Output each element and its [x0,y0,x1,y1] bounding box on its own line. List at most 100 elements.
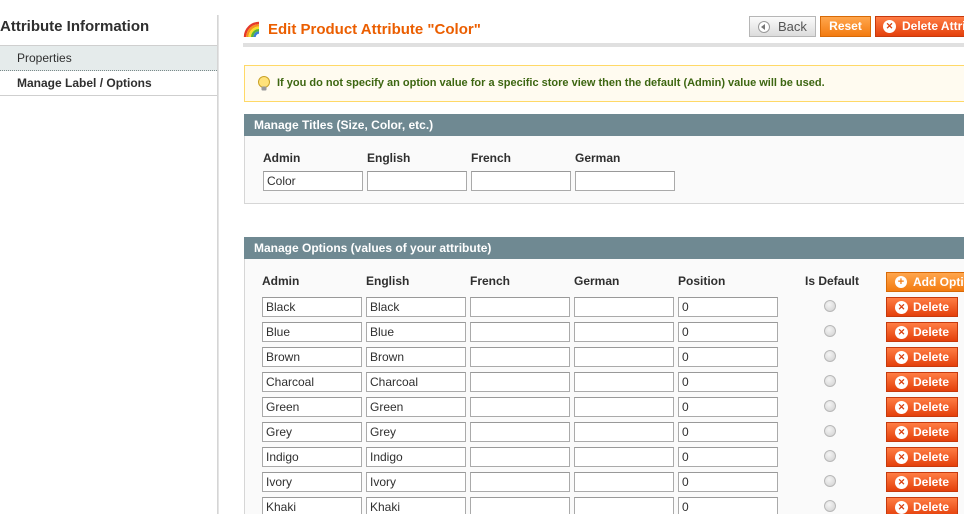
manage-titles-body: Admin English French German [244,136,964,204]
option-admin-input[interactable] [262,497,362,514]
option-english-input[interactable] [366,397,466,417]
option-german-input[interactable] [574,422,674,442]
option-german-input[interactable] [574,372,674,392]
is-default-radio[interactable] [824,325,836,337]
delete-attribute-button[interactable]: Delete Attribute [875,16,964,37]
delete-option-label: Delete [913,300,950,314]
option-position-input[interactable] [678,297,778,317]
titles-col-admin: Admin [263,151,301,165]
delete-circle-icon [895,451,908,464]
delete-option-label: Delete [913,350,950,364]
option-admin-input[interactable] [262,422,362,442]
delete-option-label: Delete [913,450,950,464]
back-button[interactable]: Back [749,16,816,37]
delete-option-button[interactable]: Delete [886,322,958,342]
option-german-input[interactable] [574,347,674,367]
option-admin-input[interactable] [262,447,362,467]
delete-circle-icon [895,351,908,364]
is-default-radio[interactable] [824,425,836,437]
is-default-radio[interactable] [824,400,836,412]
option-position-input[interactable] [678,497,778,514]
option-english-input[interactable] [366,347,466,367]
reset-button[interactable]: Reset [820,16,871,37]
delete-option-button[interactable]: Delete [886,422,958,442]
option-french-input[interactable] [470,322,570,342]
options-col-admin: Admin [262,274,300,288]
delete-option-button[interactable]: Delete [886,347,958,367]
title-english-input[interactable] [367,171,467,191]
add-option-label: Add Option [913,275,964,289]
title-admin-input[interactable] [263,171,363,191]
back-arrow-icon [758,21,770,33]
is-default-radio[interactable] [824,375,836,387]
is-default-radio[interactable] [824,475,836,487]
tab-manage-label-options[interactable]: Manage Label / Options [0,71,219,96]
option-french-input[interactable] [470,472,570,492]
options-col-is-default: Is Default [805,274,860,288]
option-admin-input[interactable] [262,347,362,367]
page-title: Edit Product Attribute "Color" [268,21,481,38]
option-english-input[interactable] [366,322,466,342]
option-admin-input[interactable] [262,372,362,392]
option-admin-input[interactable] [262,297,362,317]
option-position-input[interactable] [678,447,778,467]
options-col-french: French [470,274,511,288]
option-german-input[interactable] [574,447,674,467]
delete-option-button[interactable]: Delete [886,397,958,417]
delete-attribute-label: Delete Attribute [902,19,964,33]
delete-option-label: Delete [913,475,950,489]
delete-option-button[interactable]: Delete [886,297,958,317]
is-default-radio[interactable] [824,450,836,462]
option-german-input[interactable] [574,397,674,417]
option-german-input[interactable] [574,497,674,514]
option-german-input[interactable] [574,297,674,317]
delete-option-button[interactable]: Delete [886,472,958,492]
option-position-input[interactable] [678,397,778,417]
is-default-radio[interactable] [824,350,836,362]
option-position-input[interactable] [678,422,778,442]
option-french-input[interactable] [470,347,570,367]
option-german-input[interactable] [574,322,674,342]
delete-circle-icon [883,20,896,33]
delete-circle-icon [895,326,908,339]
option-admin-input[interactable] [262,472,362,492]
option-german-input[interactable] [574,472,674,492]
delete-option-button[interactable]: Delete [886,447,958,467]
option-position-input[interactable] [678,472,778,492]
option-english-input[interactable] [366,447,466,467]
option-admin-input[interactable] [262,322,362,342]
option-english-input[interactable] [366,472,466,492]
option-french-input[interactable] [470,297,570,317]
option-french-input[interactable] [470,397,570,417]
delete-circle-icon [895,426,908,439]
option-english-input[interactable] [366,372,466,392]
option-french-input[interactable] [470,422,570,442]
rainbow-icon [243,21,260,38]
sidebar-title: Attribute Information [0,18,150,35]
option-position-input[interactable] [678,322,778,342]
option-english-input[interactable] [366,297,466,317]
lightbulb-icon [258,76,270,91]
delete-option-button[interactable]: Delete [886,372,958,392]
option-position-input[interactable] [678,372,778,392]
is-default-radio[interactable] [824,300,836,312]
sidebar-tabs: Properties Manage Label / Options [0,45,219,96]
plus-circle-icon: + [895,276,907,288]
option-position-input[interactable] [678,347,778,367]
notice-message: If you do not specify an option value fo… [244,65,964,102]
titles-col-german: German [575,151,621,165]
sidebar-divider [217,15,219,514]
title-german-input[interactable] [575,171,675,191]
delete-circle-icon [895,301,908,314]
add-option-button[interactable]: + Add Option [886,272,964,292]
option-french-input[interactable] [470,497,570,514]
option-english-input[interactable] [366,422,466,442]
option-admin-input[interactable] [262,397,362,417]
delete-option-button[interactable]: Delete [886,497,958,514]
option-english-input[interactable] [366,497,466,514]
option-french-input[interactable] [470,447,570,467]
title-french-input[interactable] [471,171,571,191]
tab-properties[interactable]: Properties [0,46,219,71]
option-french-input[interactable] [470,372,570,392]
is-default-radio[interactable] [824,500,836,512]
